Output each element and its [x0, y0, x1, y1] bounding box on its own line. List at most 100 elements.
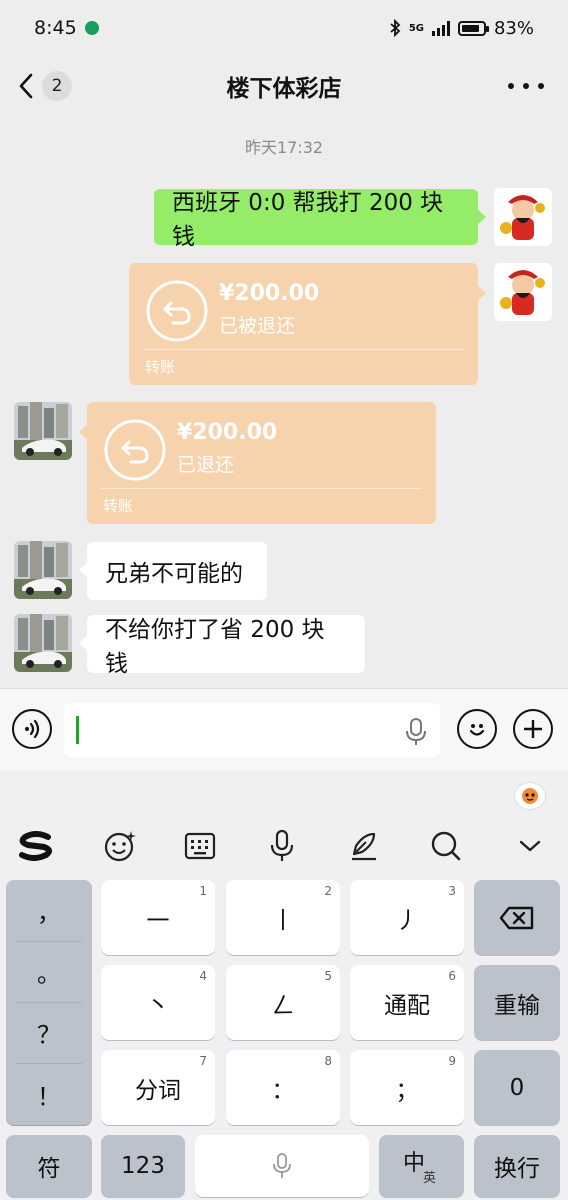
search-icon[interactable]: [426, 826, 466, 866]
key-label: 分词: [135, 1077, 181, 1104]
key-label: 一: [146, 907, 170, 934]
key-number: 3: [448, 884, 456, 898]
chevron-left-icon: [16, 68, 36, 104]
stroke-key-dian[interactable]: 丶 4: [101, 965, 215, 1040]
transfer-label: 转账: [103, 497, 134, 515]
stroke-key-pie[interactable]: 丿 3: [350, 880, 464, 955]
key-label: 丨: [271, 907, 295, 934]
contact-avatar[interactable]: [14, 614, 72, 672]
punct-key-question[interactable]: ？: [6, 1002, 92, 1062]
dot-icon: [523, 83, 529, 89]
message-input[interactable]: [64, 703, 440, 757]
punctuation-column: ， 。 ？ ！: [6, 880, 92, 1125]
self-avatar[interactable]: [494, 188, 552, 246]
key-label: 丿: [395, 907, 419, 934]
app-notification-icon: [84, 21, 99, 35]
back-button[interactable]: 2: [16, 68, 72, 104]
message-bubble-self[interactable]: 西班牙 0:0 帮我打 200 块钱: [154, 189, 486, 250]
self-avatar[interactable]: [494, 263, 552, 321]
transfer-label: 转账: [145, 358, 176, 376]
space-key[interactable]: [195, 1135, 369, 1197]
key-number: 2: [324, 884, 332, 898]
punct-key-comma[interactable]: ，: [6, 880, 92, 940]
keyboard-layout-icon[interactable]: [180, 826, 220, 866]
battery-percent: 83%: [493, 17, 534, 39]
key-number: 9: [448, 1054, 456, 1068]
signal-icon: [431, 20, 450, 36]
transfer-card-self[interactable]: ¥200.00 已被退还 转账: [129, 263, 486, 385]
contact-avatar[interactable]: [14, 541, 72, 599]
key-label-main: 中: [403, 1151, 426, 1176]
language-switch-key[interactable]: 中 英: [379, 1135, 464, 1197]
chat-title: 楼下体彩店: [226, 76, 342, 102]
newline-key[interactable]: 换行: [474, 1135, 560, 1197]
transfer-card-contact[interactable]: ¥200.00 已退还 转账: [79, 402, 436, 524]
contact-avatar[interactable]: [14, 402, 72, 460]
battery-icon: [457, 20, 489, 36]
voice-input-icon[interactable]: [262, 826, 302, 866]
transfer-amount: ¥200.00: [219, 281, 320, 306]
wildcard-key[interactable]: 通配 6: [350, 965, 464, 1040]
key-label: 符: [37, 1156, 61, 1182]
sogou-logo-icon[interactable]: [16, 826, 56, 866]
collapse-keyboard-icon[interactable]: [510, 826, 550, 866]
message-timestamp: 昨天17:32: [244, 138, 324, 157]
key-label: ：: [271, 1077, 295, 1104]
dot-icon: [538, 83, 544, 89]
unread-count-badge: 2: [42, 71, 72, 101]
colon-key[interactable]: ： 8: [226, 1050, 340, 1125]
voice-mode-button[interactable]: [12, 709, 52, 749]
keyboard-mascot-icon[interactable]: [514, 782, 546, 810]
message-bubble-contact[interactable]: 兄弟不可能的: [79, 542, 267, 600]
key-label: 重输: [494, 992, 540, 1019]
microphone-icon: [273, 1153, 291, 1178]
backspace-key[interactable]: [474, 880, 560, 955]
more-options-button[interactable]: [508, 74, 544, 98]
transfer-status: 已退还: [177, 454, 235, 476]
punct-key-period[interactable]: 。: [6, 941, 92, 1001]
key-label: 换行: [494, 1156, 540, 1182]
text-cursor: [76, 716, 79, 744]
message-text: 西班牙 0:0 帮我打 200 块钱: [172, 190, 444, 250]
smiley-icon: [469, 724, 485, 736]
stroke-key-shu[interactable]: 丨 2: [226, 880, 340, 955]
emoji-button[interactable]: [457, 709, 497, 749]
emoji-panel-icon[interactable]: [100, 826, 140, 866]
refund-icon: [104, 419, 166, 481]
stroke-key-zhe[interactable]: ㄥ 5: [226, 965, 340, 1040]
voice-waves-icon: [25, 719, 40, 739]
segment-key[interactable]: 分词 7: [101, 1050, 215, 1125]
network-type: 5G: [408, 22, 424, 34]
punct-key-exclaim[interactable]: ！: [6, 1064, 92, 1124]
key-label: ㄥ: [271, 992, 295, 1019]
key-number: 1: [199, 884, 207, 898]
more-actions-button[interactable]: [513, 709, 553, 749]
transfer-status: 已被退还: [219, 315, 296, 337]
transfer-divider: [101, 488, 422, 489]
symbols-key[interactable]: 符: [6, 1135, 92, 1197]
numbers-key[interactable]: 123: [101, 1135, 185, 1197]
key-label: 丶: [146, 992, 170, 1019]
transfer-divider: [143, 349, 464, 350]
key-label: 0: [509, 1074, 525, 1101]
handwriting-icon[interactable]: [344, 826, 384, 866]
stroke-key-heng[interactable]: 一 1: [101, 880, 215, 955]
key-number: 7: [199, 1054, 207, 1068]
message-bubble-contact[interactable]: 不给你打了省 200 块钱: [79, 615, 365, 677]
key-label-sub: 英: [423, 1171, 437, 1186]
plus-icon: [524, 720, 542, 738]
bluetooth-icon: [390, 19, 401, 37]
ime-keyboard: ， 。 ？ ！ 一 1 丨 2 丿 3 丶 4 ㄥ 5 通配 6 重输 分词 7: [0, 770, 568, 1200]
message-text: 兄弟不可能的: [105, 561, 243, 587]
key-label: ；: [395, 1077, 419, 1104]
semicolon-key[interactable]: ； 9: [350, 1050, 464, 1125]
refund-icon: [146, 280, 208, 342]
message-input-bar: [0, 688, 568, 770]
key-label: 123: [121, 1153, 165, 1179]
transfer-amount: ¥200.00: [177, 420, 278, 445]
key-number: 8: [324, 1054, 332, 1068]
microphone-icon[interactable]: [404, 717, 428, 747]
status-bar: 8:45 5G 83%: [0, 0, 568, 56]
retype-key[interactable]: 重输: [474, 965, 560, 1040]
zero-key[interactable]: 0: [474, 1050, 560, 1125]
